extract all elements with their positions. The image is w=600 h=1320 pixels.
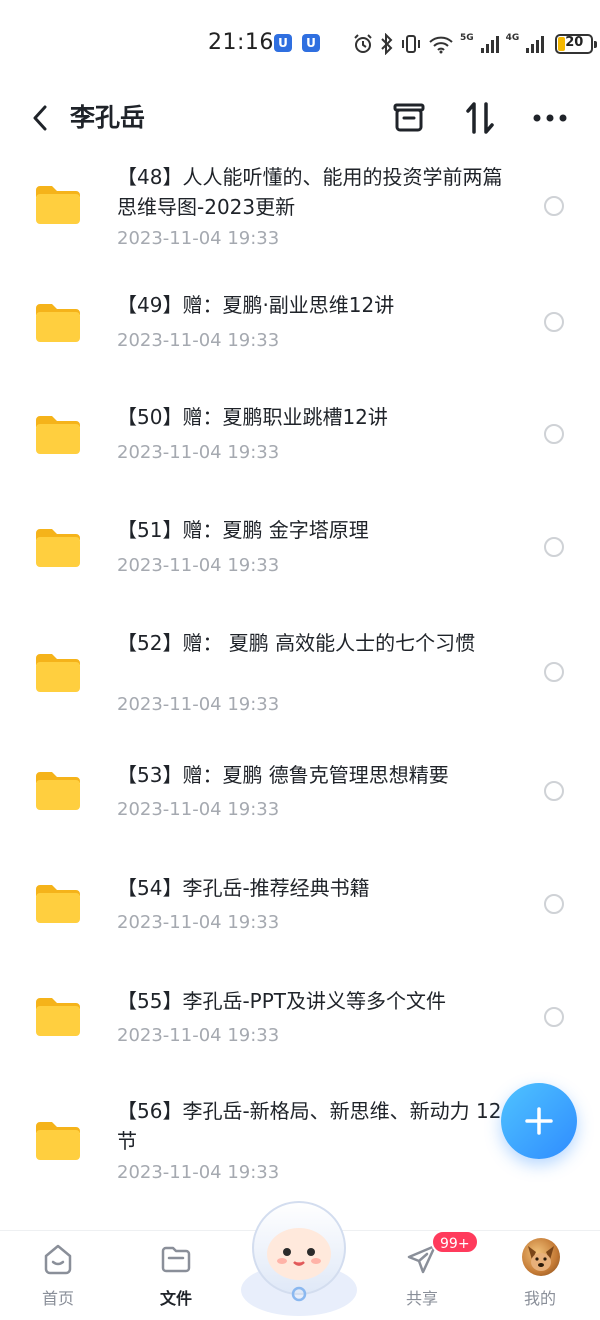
- more-icon: [533, 114, 567, 122]
- file-name: 【49】赠：夏鹏·副业思维12讲: [117, 293, 395, 317]
- nav-files-label: 文件: [159, 1289, 192, 1308]
- mascot-assistant-icon[interactable]: [240, 1198, 358, 1316]
- select-radio[interactable]: [544, 1007, 564, 1027]
- folder-icon: [36, 998, 80, 1036]
- share-badge: 99+: [431, 1230, 479, 1254]
- file-name: 【50】赠：夏鹏职业跳槽12讲: [117, 405, 388, 429]
- folder-icon: [36, 772, 80, 810]
- folder-icon: [36, 654, 80, 692]
- folder-icon: [36, 304, 80, 342]
- file-date: 2023-11-04 19:33: [117, 555, 280, 576]
- select-radio[interactable]: [544, 537, 564, 557]
- list-item[interactable]: 【51】赠：夏鹏 金字塔原理 2023-11-04 19:33: [0, 485, 600, 598]
- file-list: 【48】人人能听懂的、能用的投资学前两篇 思维导图-2023更新 2023-11…: [0, 148, 600, 1230]
- list-item[interactable]: 【52】赠： 夏鹏 高效能人士的七个习惯 2023-11-04 19:33: [0, 598, 600, 738]
- list-item[interactable]: 【53】赠：夏鹏 德鲁克管理思想精要 2023-11-04 19:33: [0, 738, 600, 851]
- network-label-1: 5G: [460, 33, 474, 43]
- file-name: 【53】赠：夏鹏 德鲁克管理思想精要: [117, 763, 449, 787]
- header: 李孔岳: [0, 88, 600, 148]
- list-item[interactable]: 【55】李孔岳-PPT及讲义等多个文件 2023-11-04 19:33: [0, 964, 600, 1076]
- page-title: 李孔岳: [70, 103, 146, 132]
- list-item[interactable]: 【48】人人能听懂的、能用的投资学前两篇 思维导图-2023更新 2023-11…: [0, 148, 600, 260]
- plus-icon: [525, 1107, 553, 1135]
- folder-icon: [36, 416, 80, 454]
- app-notification-icon: U: [274, 34, 292, 52]
- file-name: 【55】李孔岳-PPT及讲义等多个文件: [117, 989, 447, 1013]
- select-radio[interactable]: [544, 312, 564, 332]
- file-date: 2023-11-04 19:33: [117, 442, 280, 463]
- select-radio[interactable]: [544, 894, 564, 914]
- select-radio[interactable]: [544, 781, 564, 801]
- status-icons: 5G 4G 20: [352, 33, 598, 55]
- sort-button[interactable]: [460, 98, 500, 138]
- file-date: 2023-11-04 19:33: [117, 1162, 280, 1183]
- nav-share-label: 共享: [405, 1289, 438, 1308]
- file-name: 【54】李孔岳-推荐经典书籍: [117, 876, 370, 900]
- status-bar: 21:16 U U 5G 4G 20: [0, 0, 600, 88]
- vibrate-icon: [402, 35, 420, 53]
- folder-nav-icon: [158, 1241, 194, 1277]
- battery-percent: 20: [565, 35, 584, 50]
- nav-home-label: 首页: [41, 1289, 74, 1308]
- file-date: 2023-11-04 19:33: [117, 912, 280, 933]
- back-icon: [33, 105, 47, 131]
- nav-home[interactable]: 首页: [18, 1239, 98, 1315]
- signal-icon: [480, 36, 499, 53]
- battery-icon: 20: [555, 34, 598, 54]
- avatar[interactable]: [522, 1238, 560, 1276]
- wifi-icon: [429, 36, 453, 54]
- alarm-icon: [354, 34, 372, 53]
- more-button[interactable]: [530, 98, 570, 138]
- bluetooth-icon: [381, 33, 393, 55]
- folder-icon: [36, 885, 80, 923]
- file-date: 2023-11-04 19:33: [117, 228, 280, 249]
- folder-icon: [36, 186, 80, 224]
- back-button[interactable]: [24, 100, 56, 136]
- select-icon: [393, 103, 425, 132]
- list-item[interactable]: 【54】李孔岳-推荐经典书籍 2023-11-04 19:33: [0, 851, 600, 964]
- file-name: 【56】李孔岳-新格局、新思维、新动力 12节: [117, 1099, 502, 1153]
- folder-icon: [36, 529, 80, 567]
- file-date: 2023-11-04 19:33: [117, 1025, 280, 1046]
- nav-files[interactable]: 文件: [136, 1239, 216, 1315]
- list-item[interactable]: 【49】赠：夏鹏·副业思维12讲 2023-11-04 19:33: [0, 260, 600, 372]
- network-label-2: 4G: [505, 33, 520, 43]
- home-icon: [40, 1241, 76, 1277]
- signal-icon-2: [526, 36, 545, 53]
- file-name: 【51】赠：夏鹏 金字塔原理: [117, 518, 369, 542]
- select-radio[interactable]: [544, 662, 564, 682]
- file-name: 【48】人人能听懂的、能用的投资学前两篇 思维导图-2023更新: [117, 165, 503, 219]
- select-radio[interactable]: [544, 196, 564, 216]
- folder-icon: [36, 1122, 80, 1160]
- status-time: 21:16: [208, 30, 274, 55]
- add-button[interactable]: [501, 1083, 577, 1159]
- list-item[interactable]: 【50】赠：夏鹏职业跳槽12讲 2023-11-04 19:33: [0, 372, 600, 485]
- dog-avatar-icon: [528, 1246, 554, 1271]
- file-date: 2023-11-04 19:33: [117, 694, 280, 715]
- sort-icon: [466, 102, 494, 134]
- nav-mine-label: 我的: [523, 1289, 556, 1308]
- select-button[interactable]: [389, 98, 429, 138]
- app-notification-icon-2: U: [302, 34, 320, 52]
- select-radio[interactable]: [544, 424, 564, 444]
- file-date: 2023-11-04 19:33: [117, 799, 280, 820]
- file-name: 【52】赠： 夏鹏 高效能人士的七个习惯: [117, 631, 476, 655]
- file-date: 2023-11-04 19:33: [117, 330, 280, 351]
